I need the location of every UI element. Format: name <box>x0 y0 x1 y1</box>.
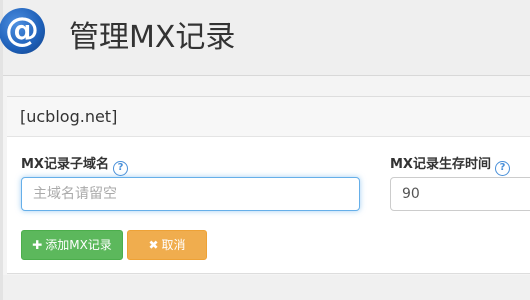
subdomain-label-text: MX记录子域名 <box>21 157 109 172</box>
page-frame: @ 管理MX记录 [ucblog.net] MX记录子域名? MX记录生存时间?… <box>0 0 530 300</box>
page-header: @ 管理MX记录 <box>0 0 530 76</box>
panel-heading-domain: [ucblog.net] <box>7 97 530 137</box>
add-mx-record-button[interactable]: ✚ 添加MX记录 <box>21 230 123 260</box>
subdomain-help-icon[interactable]: ? <box>112 161 128 176</box>
add-mx-record-label: 添加MX记录 <box>45 238 112 252</box>
cancel-label: 取消 <box>161 238 186 252</box>
ttl-input[interactable] <box>390 177 530 211</box>
ttl-label: MX记录生存时间? <box>390 153 510 176</box>
mx-record-panel: [ucblog.net] MX记录子域名? MX记录生存时间? ✚添加MX记录 … <box>7 96 530 274</box>
plus-icon: ✚ <box>32 238 43 252</box>
footer-strip <box>3 275 530 300</box>
ttl-label-text: MX记录生存时间 <box>390 157 491 172</box>
close-icon: ✖ <box>148 238 159 252</box>
subdomain-input[interactable] <box>21 177 360 211</box>
ttl-help-icon[interactable]: ? <box>494 161 510 176</box>
subdomain-label: MX记录子域名? <box>21 153 128 176</box>
cancel-button[interactable]: ✖ 取消 <box>127 230 207 260</box>
page-title: 管理MX记录 <box>69 20 236 55</box>
at-sign-logo-icon: @ <box>0 8 45 54</box>
